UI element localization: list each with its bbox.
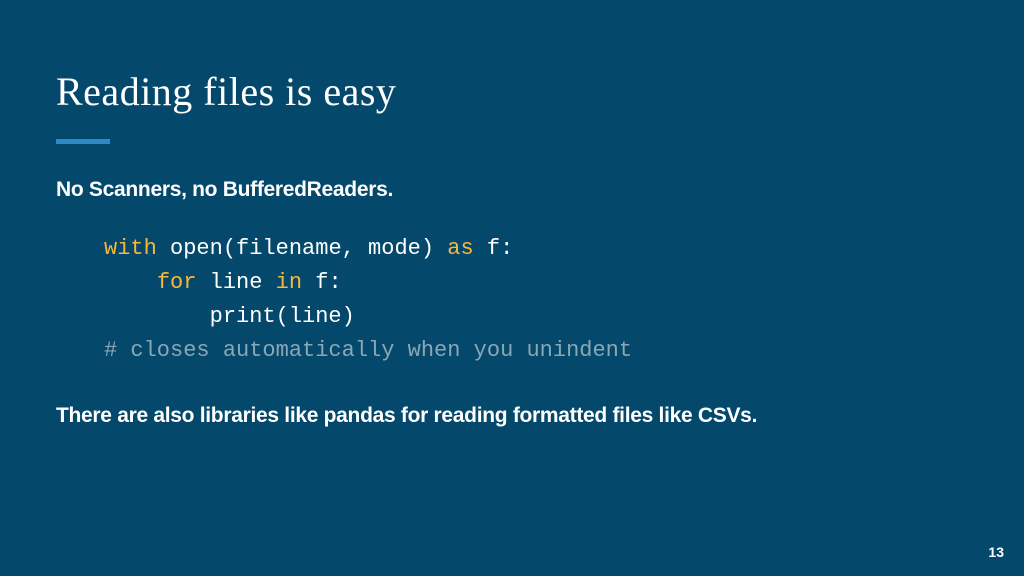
code-text: f: xyxy=(302,270,342,295)
code-comment: # closes automatically when you unindent xyxy=(104,338,632,363)
code-text: open(filename, mode) xyxy=(157,236,447,261)
accent-bar xyxy=(56,139,110,144)
code-keyword: as xyxy=(447,236,473,261)
page-number: 13 xyxy=(988,544,1004,560)
slide-title: Reading files is easy xyxy=(56,68,968,115)
code-text: line xyxy=(196,270,275,295)
code-keyword: for xyxy=(157,270,197,295)
code-indent xyxy=(104,270,157,295)
code-keyword: with xyxy=(104,236,157,261)
code-block: with open(filename, mode) as f: for line… xyxy=(104,232,968,368)
subheading: No Scanners, no BufferedReaders. xyxy=(56,178,968,202)
code-keyword: in xyxy=(276,270,302,295)
slide-container: Reading files is easy No Scanners, no Bu… xyxy=(0,0,1024,428)
footnote: There are also libraries like pandas for… xyxy=(56,404,968,428)
code-text: f: xyxy=(474,236,514,261)
code-line: print(line) xyxy=(104,304,355,329)
